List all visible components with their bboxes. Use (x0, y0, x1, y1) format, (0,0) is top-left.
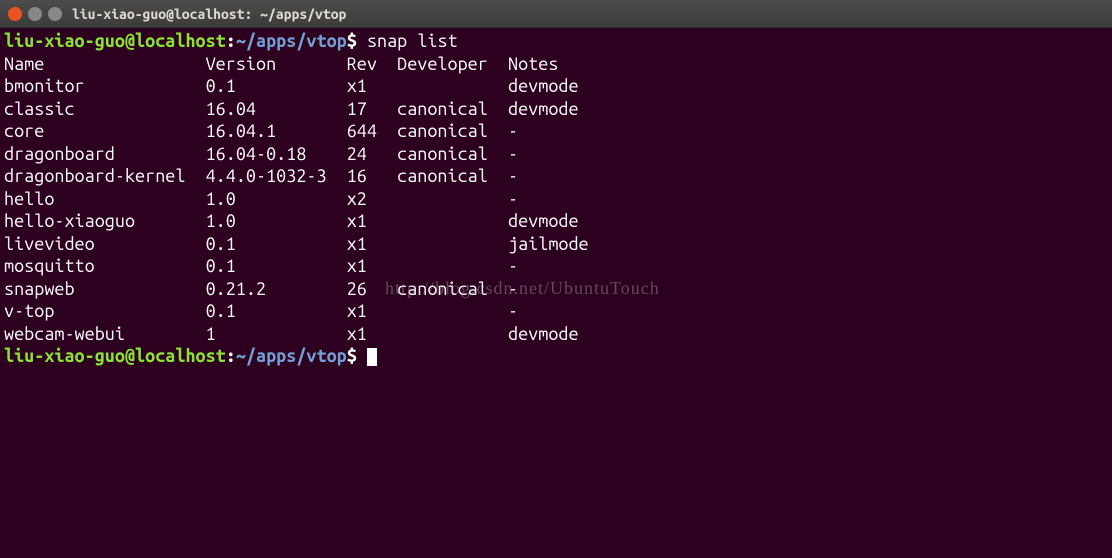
terminal-area[interactable]: liu-xiao-guo@localhost:~/apps/vtop$ snap… (0, 28, 1112, 370)
command-text: snap list (357, 31, 458, 51)
table-row: dragonboard-kernel 4.4.0-1032-3 16 canon… (4, 165, 1108, 188)
minimize-icon[interactable] (28, 7, 42, 21)
window-titlebar: liu-xiao-guo@localhost: ~/apps/vtop (0, 0, 1112, 28)
prompt-colon: : (226, 31, 236, 51)
prompt-path-2: ~/apps/vtop (236, 346, 347, 366)
table-row: mosquitto 0.1 x1 - (4, 255, 1108, 278)
close-icon[interactable] (8, 7, 22, 21)
table-row: dragonboard 16.04-0.18 24 canonical - (4, 143, 1108, 166)
prompt-user-host-2: liu-xiao-guo@localhost (4, 346, 226, 366)
table-row: core 16.04.1 644 canonical - (4, 120, 1108, 143)
prompt-line-2: liu-xiao-guo@localhost:~/apps/vtop$ (4, 345, 1108, 368)
table-row: v-top 0.1 x1 - (4, 300, 1108, 323)
prompt-symbol: $ (347, 31, 357, 51)
table-row: snapweb 0.21.2 26 canonical - (4, 278, 1108, 301)
table-row: classic 16.04 17 canonical devmode (4, 98, 1108, 121)
cursor-icon (367, 348, 377, 366)
command-value: snap list (367, 31, 458, 51)
window-buttons (8, 7, 62, 21)
table-header: Name Version Rev Developer Notes (4, 53, 1108, 76)
table-rows: bmonitor 0.1 x1 devmodeclassic 16.04 17 … (4, 75, 1108, 345)
table-row: webcam-webui 1 x1 devmode (4, 323, 1108, 346)
table-row: bmonitor 0.1 x1 devmode (4, 75, 1108, 98)
table-row: livevideo 0.1 x1 jailmode (4, 233, 1108, 256)
prompt-line-1: liu-xiao-guo@localhost:~/apps/vtop$ snap… (4, 30, 1108, 53)
maximize-icon[interactable] (48, 7, 62, 21)
prompt-symbol-2: $ (347, 346, 357, 366)
table-row: hello 1.0 x2 - (4, 188, 1108, 211)
window-title: liu-xiao-guo@localhost: ~/apps/vtop (72, 6, 346, 22)
table-row: hello-xiaoguo 1.0 x1 devmode (4, 210, 1108, 233)
prompt-colon-2: : (226, 346, 236, 366)
prompt-path: ~/apps/vtop (236, 31, 347, 51)
prompt-user-host: liu-xiao-guo@localhost (4, 31, 226, 51)
